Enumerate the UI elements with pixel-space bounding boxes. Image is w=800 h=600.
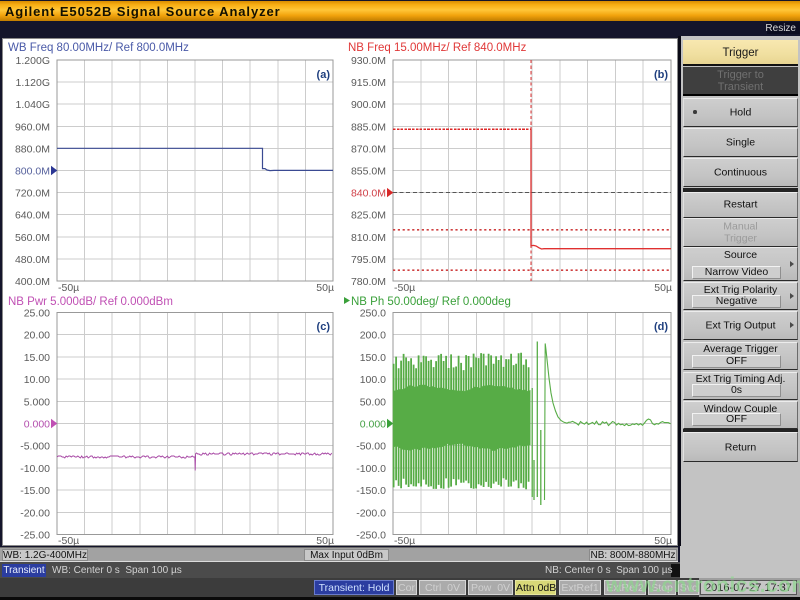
svg-text:50µ: 50µ: [316, 282, 334, 294]
svg-text:-15.00: -15.00: [20, 485, 50, 497]
svg-text:560.0M: 560.0M: [15, 232, 50, 244]
svg-text:15.00: 15.00: [24, 352, 50, 364]
svg-text:10.00: 10.00: [24, 374, 50, 386]
svg-text:825.0M: 825.0M: [351, 210, 386, 222]
svg-text:5.000: 5.000: [24, 396, 50, 408]
svg-text:1.040G: 1.040G: [16, 99, 50, 111]
svg-text:-10.00: -10.00: [20, 463, 50, 475]
svg-text:-20.00: -20.00: [20, 507, 50, 519]
svg-text:(a): (a): [317, 69, 331, 81]
svg-text:960.0M: 960.0M: [15, 121, 50, 133]
svg-text:(c): (c): [317, 321, 331, 333]
svg-text:640.0M: 640.0M: [15, 210, 50, 222]
svg-text:-5.000: -5.000: [20, 441, 50, 453]
svg-text:WB Freq 80.00MHz/ Ref 800.0MHz: WB Freq 80.00MHz/ Ref 800.0MHz: [8, 42, 189, 54]
svg-text:150.0: 150.0: [360, 352, 386, 364]
svg-text:-100.0: -100.0: [356, 463, 386, 475]
svg-text:480.0M: 480.0M: [15, 254, 50, 266]
svg-text:-250.0: -250.0: [356, 530, 386, 542]
svg-text:870.0M: 870.0M: [351, 143, 386, 155]
svg-text:-50µ: -50µ: [58, 535, 79, 547]
svg-text:720.0M: 720.0M: [15, 188, 50, 200]
svg-text:-150.0: -150.0: [356, 485, 386, 497]
svg-text:50.00: 50.00: [360, 396, 386, 408]
svg-text:0.000: 0.000: [360, 419, 386, 431]
svg-text:NB Ph 50.00deg/ Ref 0.000deg: NB Ph 50.00deg/ Ref 0.000deg: [351, 296, 511, 308]
svg-text:1.120G: 1.120G: [16, 77, 50, 89]
svg-text:(d): (d): [654, 321, 668, 333]
svg-text:100.0: 100.0: [360, 374, 386, 386]
svg-text:0.000: 0.000: [24, 419, 50, 431]
svg-text:200.0: 200.0: [360, 330, 386, 342]
svg-text:NB Pwr 5.000dB/ Ref 0.000dBm: NB Pwr 5.000dB/ Ref 0.000dBm: [8, 296, 173, 308]
svg-text:810.0M: 810.0M: [351, 232, 386, 244]
svg-text:(b): (b): [654, 69, 668, 81]
svg-text:50µ: 50µ: [654, 535, 672, 547]
svg-text:-50µ: -50µ: [58, 282, 79, 294]
svg-text:20.00: 20.00: [24, 330, 50, 342]
svg-text:25.00: 25.00: [24, 308, 50, 320]
svg-text:1.200G: 1.200G: [16, 55, 50, 67]
svg-text:900.0M: 900.0M: [351, 99, 386, 111]
svg-text:-50.00: -50.00: [356, 441, 386, 453]
svg-text:400.0M: 400.0M: [15, 276, 50, 288]
svg-text:50µ: 50µ: [654, 282, 672, 294]
svg-text:800.0M: 800.0M: [15, 166, 50, 178]
svg-text:855.0M: 855.0M: [351, 166, 386, 178]
svg-text:250.0: 250.0: [360, 308, 386, 320]
svg-text:-50µ: -50µ: [394, 282, 415, 294]
svg-text:795.0M: 795.0M: [351, 254, 386, 266]
svg-text:915.0M: 915.0M: [351, 77, 386, 89]
svg-text:50µ: 50µ: [316, 535, 334, 547]
svg-text:-25.00: -25.00: [20, 530, 50, 542]
svg-text:-50µ: -50µ: [394, 535, 415, 547]
svg-text:780.0M: 780.0M: [351, 276, 386, 288]
svg-text:885.0M: 885.0M: [351, 121, 386, 133]
svg-text:930.0M: 930.0M: [351, 55, 386, 67]
svg-text:-200.0: -200.0: [356, 507, 386, 519]
svg-text:840.0M: 840.0M: [351, 188, 386, 200]
svg-text:NB Freq 15.00MHz/ Ref 840.0MHz: NB Freq 15.00MHz/ Ref 840.0MHz: [348, 42, 527, 54]
svg-text:880.0M: 880.0M: [15, 143, 50, 155]
